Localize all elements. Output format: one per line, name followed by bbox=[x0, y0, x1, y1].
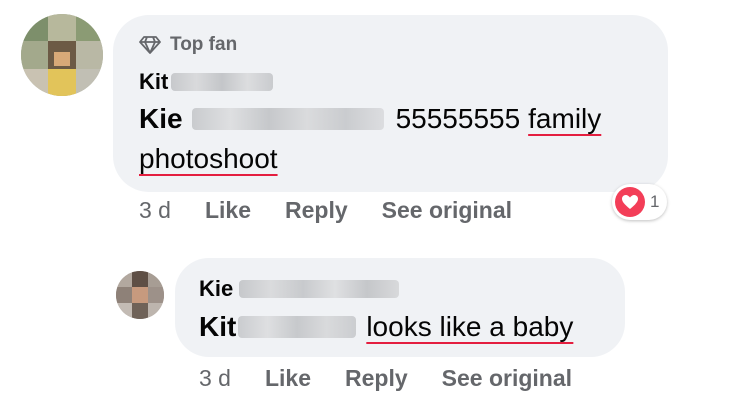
comment-word-photoshoot: photoshoot bbox=[139, 143, 278, 174]
reaction-count: 1 bbox=[650, 192, 660, 211]
reaction-summary[interactable]: 1 bbox=[612, 184, 668, 220]
reply-author[interactable]: Kie bbox=[199, 276, 400, 302]
badge-label: Top fan bbox=[170, 34, 238, 55]
heart-icon bbox=[622, 195, 638, 209]
avatar[interactable] bbox=[21, 14, 103, 96]
comment-thread: Top fan Kit Kie 55555555 family photosho… bbox=[0, 0, 748, 404]
like-button[interactable]: Like bbox=[205, 197, 251, 224]
see-original-button[interactable]: See original bbox=[382, 197, 512, 224]
redacted-tagged-surname bbox=[238, 316, 357, 338]
comment-number: 55555555 bbox=[395, 103, 521, 134]
author-name: Kit bbox=[139, 69, 169, 94]
author-name: Kie bbox=[199, 276, 234, 301]
comment-word-family: family bbox=[528, 103, 602, 134]
redacted-author-surname bbox=[171, 73, 274, 91]
reply-button[interactable]: Reply bbox=[345, 365, 408, 392]
reply-timestamp[interactable]: 3 d bbox=[199, 365, 231, 392]
reply-avatar[interactable] bbox=[116, 271, 164, 319]
comment-text-line-2: photoshoot bbox=[139, 143, 278, 175]
reply-bubble: Kie Kit looks like a baby bbox=[175, 258, 625, 357]
love-reaction-icon bbox=[615, 187, 645, 217]
redacted-author-surname bbox=[239, 280, 400, 298]
reply-words: looks like a baby bbox=[366, 311, 574, 342]
comment-author[interactable]: Kit bbox=[139, 69, 274, 95]
comment-actions: 3 d Like Reply See original bbox=[139, 197, 546, 224]
top-fan-badge: Top fan bbox=[139, 34, 237, 56]
comment-timestamp[interactable]: 3 d bbox=[139, 197, 171, 224]
reply-button[interactable]: Reply bbox=[285, 197, 348, 224]
reply-text-line: Kit looks like a baby bbox=[199, 311, 573, 343]
tagged-name[interactable]: Kit bbox=[199, 311, 236, 343]
comment-text-line-1: Kie 55555555 family bbox=[139, 103, 601, 135]
reply-actions: 3 d Like Reply See original bbox=[199, 365, 606, 392]
redacted-tagged-surname bbox=[191, 108, 384, 130]
comment-bubble: Top fan Kit Kie 55555555 family photosho… bbox=[113, 15, 668, 192]
see-original-button[interactable]: See original bbox=[442, 365, 572, 392]
pixelated-avatar-image bbox=[21, 14, 103, 96]
pixelated-avatar-image bbox=[116, 271, 164, 319]
like-button[interactable]: Like bbox=[265, 365, 311, 392]
tagged-name[interactable]: Kie bbox=[139, 103, 183, 135]
diamond-icon bbox=[139, 36, 161, 54]
